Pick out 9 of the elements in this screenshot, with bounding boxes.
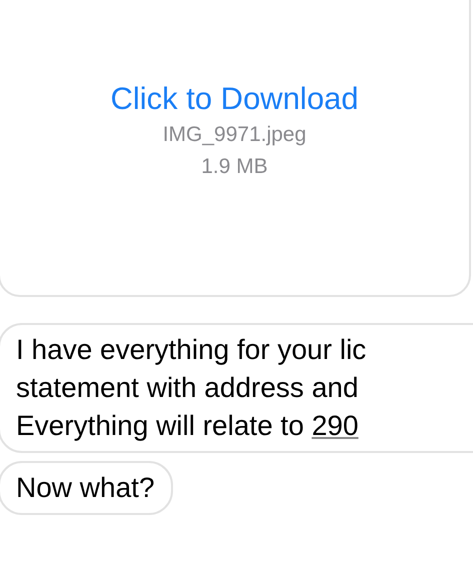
message-text: Everything will relate to	[16, 410, 305, 441]
message-text: I have everything for your lic	[16, 334, 366, 365]
message-link[interactable]: 290	[312, 410, 358, 441]
download-link[interactable]: Click to Download	[110, 79, 359, 119]
message-text: Now what?	[16, 472, 155, 503]
file-size: 1.9 MB	[201, 154, 268, 180]
attachment-card[interactable]: Click to Download IMG_9971.jpeg 1.9 MB	[0, 0, 471, 297]
file-name: IMG_9971.jpeg	[162, 122, 306, 148]
message-text: statement with address and	[16, 372, 358, 403]
